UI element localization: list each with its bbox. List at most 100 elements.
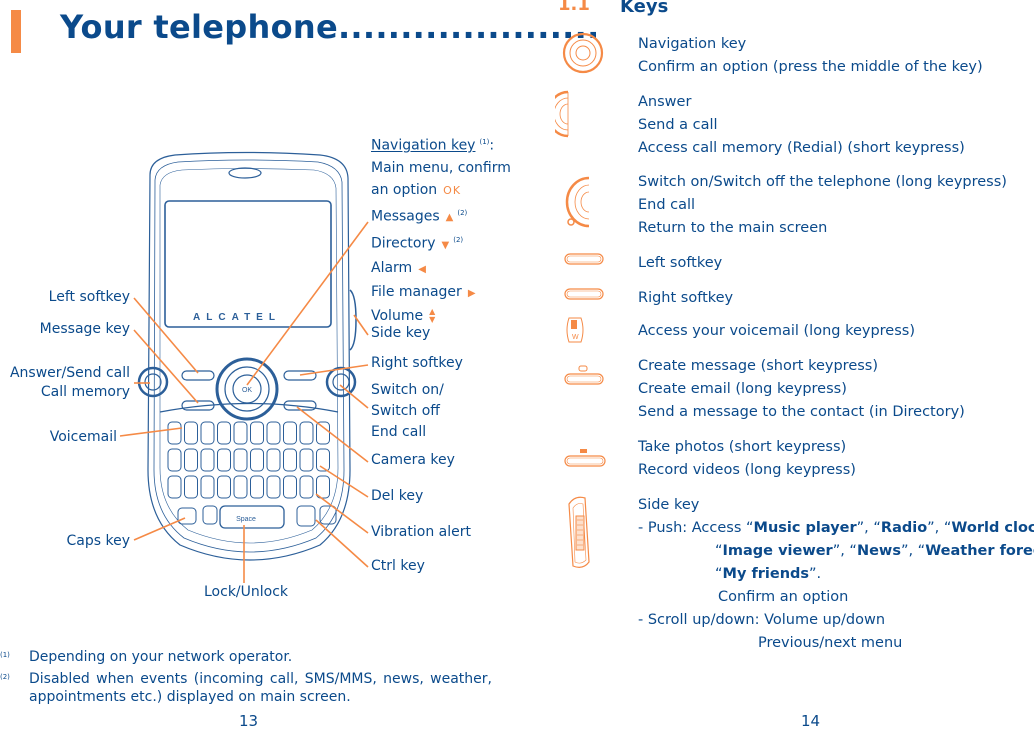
key-desc-line: Answer <box>638 94 692 110</box>
footnote-ref-2: (2) <box>457 208 468 217</box>
key-desc-power-end: Switch on/Switch off the telephone (long… <box>638 171 1007 240</box>
right-softkey-icon <box>564 288 604 300</box>
menu-item-image-viewer: Image viewer <box>722 543 833 559</box>
nav-messages: Messages <box>371 208 440 225</box>
label-message-key: Message key <box>39 321 130 337</box>
keyboard-key <box>233 448 248 472</box>
key-desc-voicemail: Access your voicemail (long keypress) <box>638 320 915 343</box>
label-ctrl-key: Ctrl key <box>371 558 425 574</box>
key-desc-line: Left softkey <box>638 255 723 271</box>
keyboard-key <box>233 475 248 499</box>
menu-item-my-friends: My friends <box>722 566 810 582</box>
label-caps-key: Caps key <box>66 533 131 549</box>
key-desc-line: End call <box>638 197 696 213</box>
navigation-key-icon <box>562 32 604 74</box>
camera-key-icon <box>564 449 606 467</box>
footnote-1: (1) Depending on your network operator. <box>0 648 492 666</box>
label-del-key: Del key <box>371 488 424 504</box>
label-camera-key: Camera key <box>371 452 455 468</box>
voicemail-key-icon: W <box>566 317 584 343</box>
key-desc-line: Navigation key <box>638 36 747 52</box>
space-key-label: Space <box>236 516 256 523</box>
key-desc-line: Record videos (long keypress) <box>638 462 856 478</box>
key-desc-line: Switch on/Switch off the telephone (long… <box>638 174 1007 190</box>
phone-end-key <box>325 366 357 398</box>
keyboard-key <box>217 421 231 445</box>
label-switch-off: Switch off <box>371 403 440 419</box>
label-end-call: End call <box>371 424 427 440</box>
phone-keyboard <box>167 421 337 527</box>
arrow-left-icon: ◀ <box>418 263 426 275</box>
keyboard-key <box>299 475 314 499</box>
key-desc-line: Access call memory (Redial) (short keypr… <box>638 140 965 156</box>
phone-answer-key <box>137 366 169 398</box>
label-right-softkey: Right softkey <box>371 355 463 371</box>
keyboard-key <box>283 421 297 445</box>
key-desc-line: Take photos (short keypress) <box>638 439 847 455</box>
keyboard-key <box>250 475 264 499</box>
keyboard-key <box>200 448 215 472</box>
section-title: Keys <box>620 0 669 17</box>
nav-alarm: Alarm <box>371 259 413 276</box>
keyboard-key <box>200 421 215 445</box>
keyboard-key <box>217 448 231 472</box>
key-desc-navigation: Navigation key Confirm an option (press … <box>638 33 983 79</box>
label-switch-on: Switch on/ <box>371 382 444 398</box>
keyboard-key <box>266 448 281 472</box>
key-desc-camera: Take photos (short keypress) Record vide… <box>638 436 856 482</box>
phone-screen <box>164 200 332 328</box>
menu-item-news: News <box>856 543 901 559</box>
menu-item-radio: Radio <box>880 520 928 536</box>
push-prefix: - Push: Access <box>638 520 747 536</box>
arrow-right-icon: ▶ <box>467 287 476 299</box>
scroll-menu: Previous/next menu <box>758 635 903 651</box>
menu-item-music-player: Music player <box>753 520 857 536</box>
key-icons-column: W <box>555 32 606 568</box>
keyboard-key <box>167 421 182 445</box>
key-desc-side-key: Side key - Push: Access “Music player”, … <box>638 494 1034 655</box>
nav-line2: an option <box>371 181 438 198</box>
keyboard-key <box>283 448 297 472</box>
key-desc-answer: Answer Send a call Access call memory (R… <box>638 91 965 160</box>
footnote-mark: (1) <box>0 651 10 659</box>
keyboard-key <box>319 505 337 525</box>
power-end-key-icon <box>565 176 590 228</box>
menu-item-weather-forecast: Weather forecast <box>925 543 1034 559</box>
footnote-ref-2b: (2) <box>453 236 464 245</box>
ok-label: OK <box>242 387 252 394</box>
footnote-2: (2) Disabled when events (incoming call, … <box>0 670 492 706</box>
left-softkey-icon <box>564 253 604 265</box>
label-voicemail: Voicemail <box>49 429 117 445</box>
nav-heading-colon: : <box>489 137 495 154</box>
answer-key-icon <box>555 90 569 138</box>
footnote-mark: (2) <box>0 673 10 681</box>
footnotes: (1) Depending on your network operator. (… <box>0 648 492 710</box>
footnote-ref-1: (1) <box>479 138 490 146</box>
key-desc-left-softkey: Left softkey <box>638 252 722 275</box>
keyboard-key <box>296 505 316 527</box>
svg-text:W: W <box>572 334 579 341</box>
brand-logo: ALCATEL <box>193 312 281 323</box>
keyboard-key <box>217 475 231 499</box>
nav-line1: Main menu, confirm <box>371 159 511 176</box>
page-number-right: 14 <box>801 712 821 730</box>
label-side-key: Side key <box>371 325 431 341</box>
keyboard-key <box>184 448 198 472</box>
nav-file-manager: File manager <box>371 283 462 300</box>
keyboard-key <box>299 421 314 445</box>
label-call-memory: Call memory <box>40 384 130 400</box>
message-key-icon <box>564 365 604 385</box>
footnote-text: Depending on your network operator. <box>29 649 293 665</box>
keyboard-key <box>177 507 197 525</box>
key-desc-message: Create message (short keypress) Create e… <box>638 355 965 424</box>
keyboard-key <box>299 448 314 472</box>
arrow-up-icon: ▲ <box>445 212 454 224</box>
key-desc-line: Right softkey <box>638 290 734 306</box>
key-desc-right-softkey: Right softkey <box>638 287 733 310</box>
side-key-icon <box>568 496 590 568</box>
nav-heading: Navigation key <box>371 137 476 154</box>
page-number-left: 13 <box>239 712 259 730</box>
keyboard-key <box>283 475 297 499</box>
keyboard-key <box>233 421 248 445</box>
key-desc-line: Send a call <box>638 117 718 133</box>
